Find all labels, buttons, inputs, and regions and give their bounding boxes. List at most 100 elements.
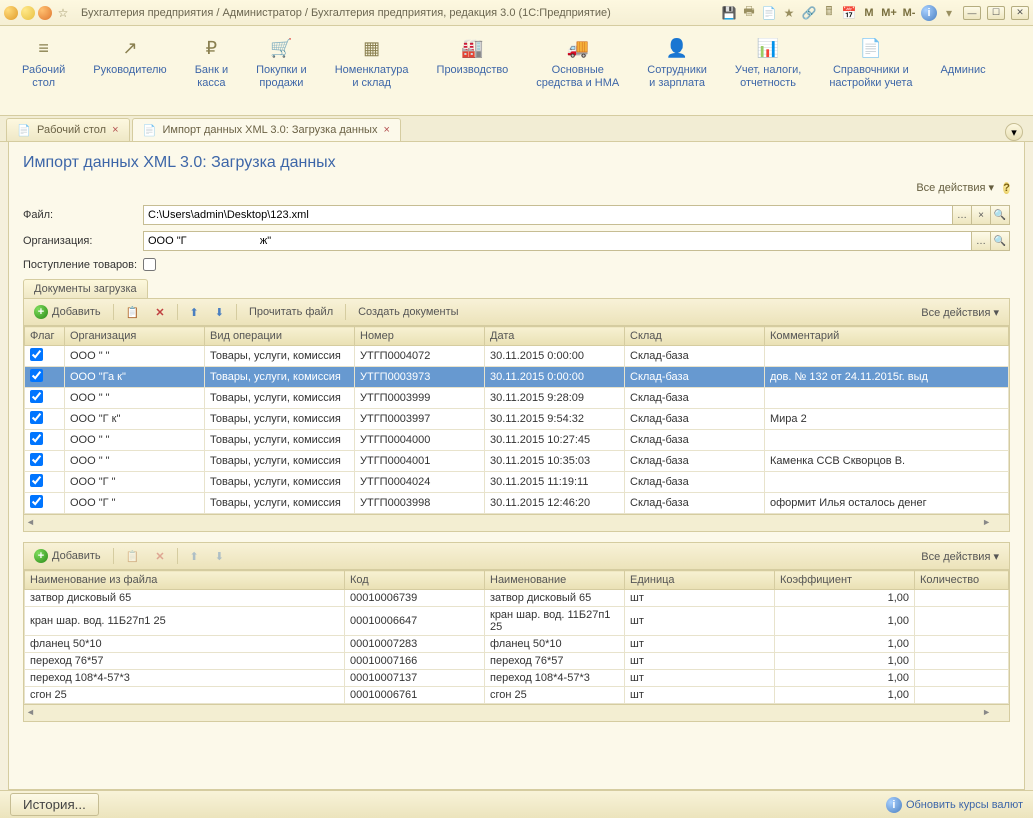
mem-mplus[interactable]: M+ <box>881 5 897 21</box>
flag-cell[interactable] <box>25 472 65 493</box>
receipt-checkbox[interactable] <box>143 258 156 271</box>
table-row[interactable]: переход 76*5700010007166переход 76*57шт1… <box>25 653 1009 670</box>
table-row[interactable]: ООО "Г "Товары, услуги, комиссияУТГП0003… <box>25 493 1009 514</box>
move-up-button[interactable]: ⬆ <box>186 304 203 321</box>
flag-cell[interactable] <box>25 346 65 367</box>
file-input[interactable] <box>143 205 953 225</box>
topmenu-item[interactable]: ₽Банк икасса <box>181 38 242 111</box>
table-row[interactable]: ООО "Г "Товары, услуги, комиссияУТГП0004… <box>25 472 1009 493</box>
org-browse-button[interactable]: … <box>971 231 991 251</box>
table-row[interactable]: ООО " "Товары, услуги, комиссияУТГП00040… <box>25 346 1009 367</box>
table-row[interactable]: фланец 50*1000010007283фланец 50*10шт1,0… <box>25 636 1009 653</box>
file-search-button[interactable]: 🔍 <box>990 205 1010 225</box>
items-hscroll[interactable] <box>24 704 1009 721</box>
row-checkbox[interactable] <box>30 495 43 508</box>
calc-icon[interactable]: 🖩 <box>821 5 837 21</box>
row-checkbox[interactable] <box>30 432 43 445</box>
star-icon[interactable]: ☆ <box>55 5 71 21</box>
flag-cell[interactable] <box>25 430 65 451</box>
table-header[interactable]: Комментарий <box>765 327 1009 346</box>
doc-icon[interactable]: 📄 <box>761 5 777 21</box>
move-down-button[interactable]: ⬇ <box>211 304 228 321</box>
topmenu-item[interactable]: 👤Сотрудникии зарплата <box>633 38 721 111</box>
move-item-up-button[interactable]: ⬆ <box>186 548 203 565</box>
save-icon[interactable]: 💾 <box>721 5 737 21</box>
calendar-icon[interactable]: 📅 <box>841 5 857 21</box>
move-item-down-button[interactable]: ⬇ <box>211 548 228 565</box>
row-checkbox[interactable] <box>30 348 43 361</box>
all-actions-button-1[interactable]: Все действия ▾ <box>917 304 1003 321</box>
table-hscroll[interactable] <box>24 514 1009 531</box>
tab[interactable]: 📄Импорт данных XML 3.0: Загрузка данных× <box>132 118 401 141</box>
table-header[interactable]: Дата <box>485 327 625 346</box>
row-checkbox[interactable] <box>30 411 43 424</box>
mem-m[interactable]: M <box>861 5 877 21</box>
copy-item-button[interactable]: 📋 <box>122 548 144 565</box>
table-header[interactable]: Код <box>345 571 485 590</box>
nav-fwd-icon[interactable] <box>38 6 52 20</box>
table-header[interactable]: Коэффициент <box>775 571 915 590</box>
tabs-expand-button[interactable]: ▾ <box>1005 123 1023 141</box>
flag-cell[interactable] <box>25 493 65 514</box>
org-search-button[interactable]: 🔍 <box>990 231 1010 251</box>
flag-cell[interactable] <box>25 388 65 409</box>
nav-back-icon[interactable] <box>21 6 35 20</box>
topmenu-item[interactable]: 🛒Покупки ипродажи <box>242 38 321 111</box>
table-header[interactable]: Вид операции <box>205 327 355 346</box>
table-header[interactable]: Количество <box>915 571 1009 590</box>
read-file-button[interactable]: Прочитать файл <box>245 304 337 320</box>
print-icon[interactable]: 🖶 <box>741 5 757 21</box>
delete-item-button[interactable]: ✕ <box>151 548 168 565</box>
info-icon[interactable]: i <box>921 5 937 21</box>
dropdown-icon[interactable]: ▾ <box>941 5 957 21</box>
file-clear-button[interactable]: × <box>971 205 991 225</box>
table-row[interactable]: затвор дисковый 6500010006739затвор диск… <box>25 590 1009 607</box>
table-row[interactable]: сгон 2500010006761сгон 25шт1,00 <box>25 687 1009 704</box>
topmenu-item[interactable]: Админис <box>926 38 999 111</box>
table-header[interactable]: Наименование <box>485 571 625 590</box>
table-header[interactable]: Организация <box>65 327 205 346</box>
help-icon[interactable]: ? <box>1003 182 1010 194</box>
tab-close-icon[interactable]: × <box>112 124 118 136</box>
topmenu-item[interactable]: 🏭Производство <box>423 38 523 111</box>
tab-close-icon[interactable]: × <box>383 124 389 136</box>
window-minimize[interactable]: — <box>963 6 981 20</box>
row-checkbox[interactable] <box>30 453 43 466</box>
org-input[interactable] <box>143 231 972 251</box>
table-header[interactable]: Склад <box>625 327 765 346</box>
topmenu-item[interactable]: ↗Руководителю <box>79 38 180 111</box>
topmenu-item[interactable]: 🚚Основныесредства и НМА <box>522 38 633 111</box>
table-row[interactable]: ООО "Г к"Товары, услуги, комиссияУТГП000… <box>25 409 1009 430</box>
table-row[interactable]: переход 108*4-57*300010007137переход 108… <box>25 670 1009 687</box>
table-row[interactable]: ООО " "Товары, услуги, комиссияУТГП00040… <box>25 430 1009 451</box>
all-actions-link[interactable]: Все действия ▾ <box>916 182 994 194</box>
flag-cell[interactable] <box>25 409 65 430</box>
table-row[interactable]: кран шар. вод. 11Б27п1 2500010006647кран… <box>25 607 1009 636</box>
mem-mminus[interactable]: M- <box>901 5 917 21</box>
add-item-button[interactable]: +Добавить <box>30 547 105 565</box>
table-header[interactable]: Номер <box>355 327 485 346</box>
table-row[interactable]: ООО " "Товары, услуги, комиссияУТГП00039… <box>25 388 1009 409</box>
topmenu-item[interactable]: 📄Справочники инастройки учета <box>815 38 926 111</box>
sub-tab-documents[interactable]: Документы загрузка <box>23 279 148 298</box>
topmenu-item[interactable]: ≡Рабочийстол <box>8 38 79 111</box>
add-button[interactable]: +Добавить <box>30 303 105 321</box>
delete-button[interactable]: ✕ <box>151 304 168 321</box>
tab[interactable]: 📄Рабочий стол× <box>6 118 130 141</box>
flag-cell[interactable] <box>25 367 65 388</box>
row-checkbox[interactable] <box>30 390 43 403</box>
link-icon[interactable]: 🔗 <box>801 5 817 21</box>
update-rates-link[interactable]: i Обновить курсы валют <box>886 797 1023 813</box>
topmenu-item[interactable]: ▦Номенклатураи склад <box>321 38 423 111</box>
history-button[interactable]: История... <box>10 793 99 816</box>
row-checkbox[interactable] <box>30 474 43 487</box>
table-row[interactable]: ООО "Га к"Товары, услуги, комиссияУТГП00… <box>25 367 1009 388</box>
file-browse-button[interactable]: … <box>952 205 972 225</box>
table-row[interactable]: ООО " "Товары, услуги, комиссияУТГП00040… <box>25 451 1009 472</box>
topmenu-item[interactable]: 📊Учет, налоги,отчетность <box>721 38 815 111</box>
fav-icon[interactable]: ★ <box>781 5 797 21</box>
table-header[interactable]: Флаг <box>25 327 65 346</box>
table-header[interactable]: Наименование из файла <box>25 571 345 590</box>
window-maximize[interactable]: ☐ <box>987 6 1005 20</box>
flag-cell[interactable] <box>25 451 65 472</box>
